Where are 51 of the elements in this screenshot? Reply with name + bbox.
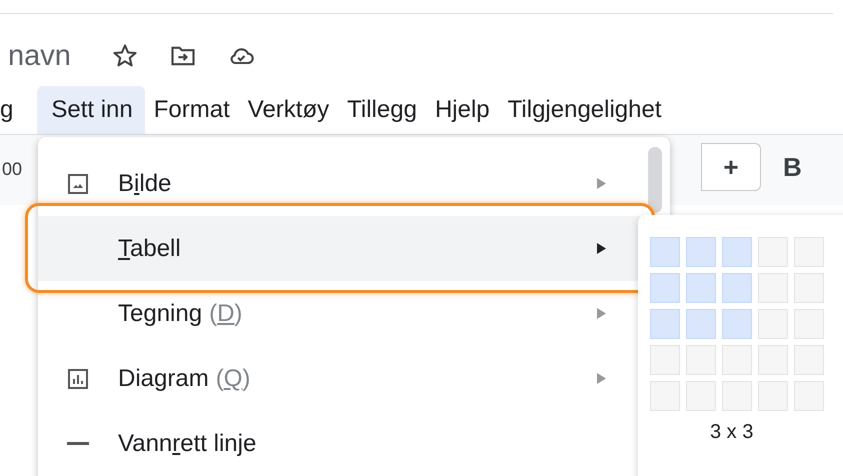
image-icon (66, 172, 90, 196)
horizontal-line-icon (66, 442, 90, 446)
table-grid-cell[interactable] (650, 309, 680, 339)
table-grid-cell[interactable] (686, 309, 716, 339)
table-grid-cell[interactable] (722, 309, 752, 339)
menu-bar-item[interactable]: g (0, 86, 22, 134)
menu-bar-item[interactable]: Hjelp (426, 86, 499, 134)
table-grid-cell[interactable] (650, 273, 680, 303)
table-grid-cell[interactable] (722, 273, 752, 303)
bold-button[interactable]: B (783, 152, 843, 182)
table-grid-cell[interactable] (686, 237, 716, 267)
table-grid-cell[interactable] (758, 273, 788, 303)
table-grid-cell[interactable] (686, 345, 716, 375)
table-grid-cell[interactable] (794, 309, 824, 339)
table-grid-cell[interactable] (722, 381, 752, 411)
menu-item[interactable]: Tegning (D) (38, 281, 640, 346)
table-grid-cell[interactable] (650, 345, 680, 375)
font-size-increase-button[interactable]: + (701, 143, 761, 191)
table-size-label: 3 x 3 (710, 421, 754, 444)
table-grid-cell[interactable] (794, 381, 824, 411)
table-grid-cell[interactable] (794, 237, 824, 267)
table-grid-cell[interactable] (758, 381, 788, 411)
table-grid-cell[interactable] (722, 345, 752, 375)
menu-bar-item[interactable]: Tilgjengelighet (498, 86, 671, 134)
table-grid-cell[interactable] (650, 381, 680, 411)
menu-item-label: Diagram (Q) (118, 364, 252, 392)
menu-bar-item[interactable]: Verktøy (238, 86, 338, 134)
table-grid-cell[interactable] (758, 345, 788, 375)
menu-item[interactable]: Bilde (38, 151, 640, 216)
table-grid-cell[interactable] (686, 273, 716, 303)
bar-chart-icon (66, 366, 90, 390)
table-grid-cell[interactable] (758, 309, 788, 339)
menu-bar-item[interactable]: Tillegg (338, 86, 426, 134)
zoom-value[interactable]: 00 (2, 159, 22, 205)
menu-item[interactable]: Vannrett linje (38, 411, 640, 476)
table-grid-cell[interactable] (686, 381, 716, 411)
menu-item-label: Tegning (D) (118, 300, 244, 328)
table-grid-cell[interactable] (650, 237, 680, 267)
menu-item[interactable]: Diagram (Q) (38, 346, 640, 411)
menu-item-label: Bilde (118, 170, 172, 198)
table-grid-cell[interactable] (794, 345, 824, 375)
scrollbar[interactable] (648, 147, 662, 213)
table-grid-cell[interactable] (722, 237, 752, 267)
menu-bar-item[interactable]: Format (144, 86, 239, 134)
menu-item[interactable]: Tabell (38, 216, 640, 281)
table-grid-cell[interactable] (758, 237, 788, 267)
menu-bar-item[interactable]: Sett inn (37, 86, 145, 134)
menu-item-label: Vannrett linje (118, 430, 258, 458)
menu-item-label: Tabell (118, 234, 182, 262)
table-grid-cell[interactable] (794, 273, 824, 303)
document-title[interactable]: navn (8, 40, 71, 72)
